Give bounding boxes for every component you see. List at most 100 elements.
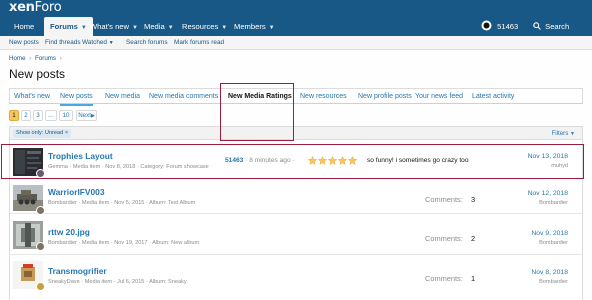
tab-latest-activity[interactable]: Latest activity — [472, 89, 514, 104]
page-10-button[interactable]: 10 — [59, 110, 73, 121]
subnav-watched[interactable]: Watched ▼ — [82, 36, 114, 50]
subnav-mark-read[interactable]: Mark forums read — [174, 36, 224, 50]
tab-new-profile-posts[interactable]: New profile posts — [358, 89, 412, 104]
nav-home[interactable]: Home — [8, 17, 40, 36]
logo-text-part2: Foro — [34, 0, 62, 15]
annotation-box-row — [1, 144, 584, 179]
chevron-down-icon[interactable]: ▼ — [168, 25, 174, 31]
nav-whats-new-label: What's new — [90, 22, 130, 31]
author-link[interactable]: SneakyDave — [48, 279, 80, 285]
breadcrumb-home[interactable]: Home — [9, 55, 26, 62]
page-ellipsis-button[interactable]: … — [45, 110, 57, 121]
subnav-new-posts[interactable]: New posts — [9, 36, 39, 50]
content-type: Media item — [84, 279, 113, 285]
category-link[interactable]: Album: Test Album — [149, 200, 195, 206]
tab-new-posts[interactable]: New posts — [60, 89, 93, 106]
breadcrumb-separator: › — [29, 55, 32, 62]
created-date: Jul 6, 2015 — [117, 279, 145, 285]
created-date: Nov 19, 2017 — [114, 240, 148, 246]
comments-count: 3 — [471, 195, 476, 204]
nav-forums-label: Forums — [50, 22, 78, 31]
close-icon[interactable]: × — [65, 130, 68, 136]
breadcrumb-forums[interactable]: Forums — [35, 55, 56, 62]
nav-members-label: Members — [234, 22, 266, 31]
last-activity-user[interactable]: Bombardier — [539, 240, 568, 246]
filter-chip-unread[interactable]: Show only: Unread × — [13, 129, 72, 138]
content-type: Media item — [81, 200, 110, 206]
nav-media-label: Media — [144, 22, 165, 31]
content-type: Media item — [81, 240, 110, 246]
author-link[interactable]: Bombardier — [48, 200, 77, 206]
whats-new-tabs: What's new New posts New media New media… — [9, 88, 583, 106]
site-logo[interactable]: xenForo — [9, 0, 62, 15]
search-icon — [533, 22, 541, 30]
comments-label: Comments: — [425, 195, 463, 204]
list-item: WarriorIFV003 Bombardier · Media item · … — [10, 182, 582, 215]
tab-new-resources[interactable]: New resources — [300, 89, 347, 104]
user-name: 51463 — [497, 22, 519, 31]
logo-text-part1: xen — [9, 0, 35, 15]
media-title[interactable]: Transmogrifier — [48, 266, 107, 276]
page-title: New posts — [9, 67, 66, 81]
nav-resources[interactable]: Resources ▼ — [176, 17, 233, 36]
last-activity-user[interactable]: Bombardier — [539, 200, 568, 206]
comments-count: 1 — [471, 274, 476, 283]
category-link[interactable]: Album: New album — [152, 240, 199, 246]
avatar — [36, 206, 45, 215]
list-item: Transmogrifier SneakyDave · Media item ·… — [10, 256, 582, 296]
nav-resources-label: Resources — [182, 22, 219, 31]
avatar — [36, 242, 45, 251]
last-activity-date[interactable]: Nov 8, 2018 — [531, 269, 568, 276]
next-page-button[interactable]: Next▶ — [76, 110, 97, 121]
subnav-find-threads[interactable]: Find threads — [45, 36, 81, 50]
tab-new-media-comments[interactable]: New media comments — [149, 89, 218, 104]
nav-home-label: Home — [14, 22, 35, 31]
chevron-right-icon: ▶ — [90, 113, 95, 119]
filter-chip-label: Show only: Unread — [16, 130, 64, 136]
tab-news-feed[interactable]: Your news feed — [415, 89, 463, 104]
page-3-button[interactable]: 3 — [33, 110, 43, 121]
search-label: Search — [545, 22, 570, 31]
last-activity-user[interactable]: Bombardier — [539, 279, 568, 285]
page-1-button[interactable]: 1 — [9, 110, 19, 121]
media-thumbnail[interactable] — [13, 261, 45, 291]
sub-nav: New posts Find threads Watched ▼ Search … — [0, 36, 592, 50]
avatar-icon — [481, 20, 492, 31]
avatar — [36, 282, 45, 291]
filters-button[interactable]: Filters ▼ — [551, 127, 575, 141]
chevron-down-icon: ▼ — [570, 131, 575, 137]
author-link[interactable]: Bombardier — [48, 240, 77, 246]
filters-label: Filters — [551, 130, 569, 137]
comments-label: Comments: — [425, 274, 463, 283]
subnav-watched-label: Watched — [82, 39, 107, 46]
media-title[interactable]: WarriorIFV003 — [48, 187, 104, 197]
created-date: Nov 5, 2015 — [114, 200, 145, 206]
next-page-label: Next — [78, 112, 91, 119]
category-link[interactable]: Album: Sneaky — [149, 279, 187, 285]
media-title[interactable]: rttw 20.jpg — [48, 227, 90, 237]
last-activity-date[interactable]: Nov 9, 2018 — [531, 230, 568, 237]
nav-media[interactable]: Media ▼ — [138, 17, 180, 36]
tab-new-media[interactable]: New media — [105, 89, 140, 104]
comments-count: 2 — [471, 234, 476, 243]
media-thumbnail[interactable] — [13, 185, 45, 215]
chevron-down-icon[interactable]: ▼ — [269, 25, 275, 31]
breadcrumb: Home › Forums › — [9, 55, 62, 62]
comments-label: Comments: — [425, 234, 463, 243]
tab-whats-new[interactable]: What's new — [14, 89, 50, 104]
nav-whats-new[interactable]: What's new ▼ — [84, 17, 144, 36]
chevron-down-icon: ▼ — [108, 40, 114, 46]
nav-members[interactable]: Members ▼ — [228, 17, 281, 36]
page-2-button[interactable]: 2 — [21, 110, 31, 121]
filter-bar: Show only: Unread × Filters ▼ — [9, 126, 583, 140]
site-header: xenForo Home Forums ▼ What's new ▼ Media ▼ … — [0, 0, 592, 36]
annotation-box-tab — [220, 83, 294, 141]
user-account[interactable]: 51463 — [481, 17, 518, 36]
search-button[interactable]: Search — [533, 17, 569, 36]
last-activity-date[interactable]: Nov 12, 2018 — [528, 190, 568, 197]
media-thumbnail[interactable] — [13, 221, 45, 251]
list-item: rttw 20.jpg Bombardier · Media item · No… — [10, 215, 582, 255]
chevron-down-icon[interactable]: ▼ — [221, 25, 227, 31]
breadcrumb-separator: › — [59, 55, 62, 62]
subnav-search-forums[interactable]: Search forums — [126, 36, 168, 50]
